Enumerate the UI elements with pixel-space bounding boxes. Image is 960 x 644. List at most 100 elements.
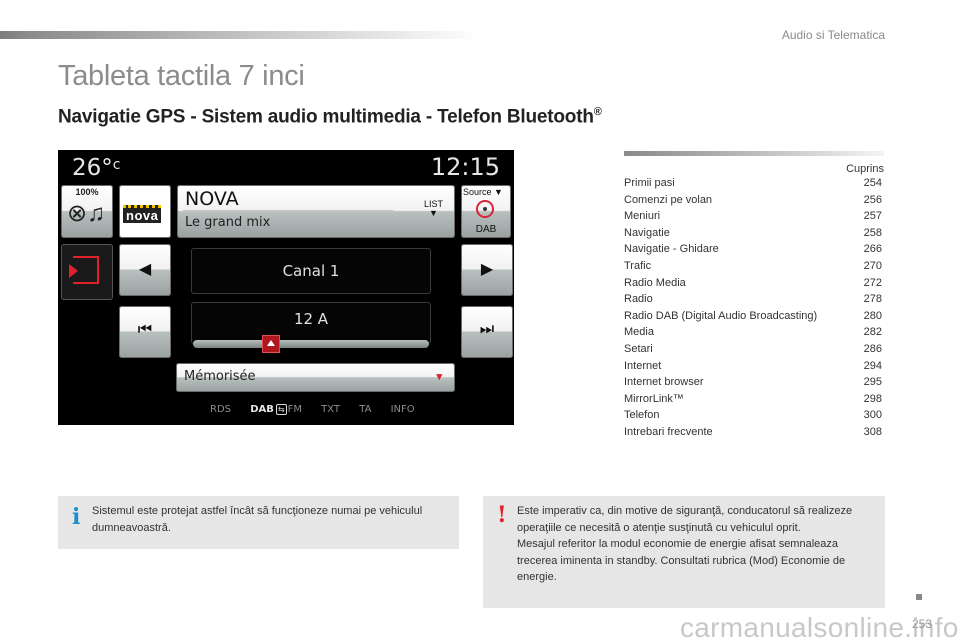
station-logo-button[interactable]: nova — [119, 185, 171, 238]
skip-back-button[interactable]: ⏮ — [119, 306, 171, 358]
toc-entry[interactable]: Setari 286 — [624, 341, 882, 358]
option-fm[interactable]: FM — [288, 404, 302, 415]
toc-entry[interactable]: Intrebari frecvente 308 — [624, 424, 882, 441]
toc-entry[interactable]: Comenzi pe volan 256 — [624, 192, 882, 209]
toc-entry-label: Comenzi pe volan — [624, 193, 713, 206]
toc-entry-page: 258 — [863, 226, 882, 239]
toc-entry-label: Radio Media — [624, 276, 686, 289]
page-number: 253 — [912, 617, 933, 631]
warning-text-1: Este imperativ ca, din motive de siguran… — [517, 505, 853, 534]
station-divider — [183, 210, 393, 212]
toc-entry-label: Media — [624, 326, 654, 339]
station-info-button[interactable]: NOVA Le grand mix LIST ▼ — [177, 185, 455, 238]
option-txt[interactable]: TXT — [321, 404, 340, 415]
toc-entry[interactable]: Trafic 270 — [624, 258, 882, 275]
presets-label: Mémorisée — [184, 369, 256, 384]
warning-text-2: Mesajul referitor la modul economie de e… — [517, 538, 846, 583]
toc-entry[interactable]: Internet 294 — [624, 358, 882, 375]
tuning-slider-handle[interactable] — [261, 335, 280, 353]
option-ta[interactable]: TA — [359, 404, 371, 415]
toc-entry-label: Meniuri — [624, 210, 661, 223]
header-gradient-bar — [0, 31, 480, 39]
toc-entry-page: 295 — [863, 376, 882, 389]
toc-entry-page: 257 — [863, 210, 882, 223]
info-note-text: Sistemul este protejat astfel încât să f… — [92, 505, 423, 534]
page-marker — [916, 594, 922, 600]
station-subtitle: Le grand mix — [185, 215, 271, 230]
previous-button[interactable]: ◀ — [119, 244, 171, 296]
radio-options-bar: RDS DAB ⇆ FM TXT TA INFO — [210, 404, 431, 415]
source-button[interactable]: Source ▼ DAB — [461, 185, 511, 238]
toc-entry-page: 254 — [863, 177, 882, 189]
toc-entry-label: Radio DAB (Digital Audio Broadcasting) — [624, 309, 818, 322]
option-rds[interactable]: RDS — [210, 404, 231, 415]
toc-entry-page: 298 — [863, 392, 882, 405]
clock-readout: 12:15 — [430, 153, 500, 181]
toc-gradient-bar — [624, 151, 884, 156]
option-info[interactable]: INFO — [391, 404, 415, 415]
nova-logo: nova — [123, 205, 162, 223]
toc-entry-label: Navigatie - Ghidare — [624, 243, 719, 256]
toc-entry-label: MirrorLink™ — [624, 392, 684, 405]
info-icon: i — [72, 504, 81, 530]
toc-entry[interactable]: Navigatie - Ghidare 266 — [624, 241, 882, 258]
toc-entry[interactable]: Primii pasi 254 — [624, 175, 882, 192]
arrow-left-icon: ◀ — [138, 261, 152, 278]
skip-forward-icon: ⏭ — [479, 321, 495, 338]
presets-icon: ▾ — [436, 371, 441, 383]
toc-entry-page: 272 — [863, 276, 882, 289]
page-title: Tableta tactila 7 inci — [58, 60, 305, 92]
page-subtitle: Navigatie GPS - Sistem audio multimedia … — [58, 106, 602, 128]
channel-display: Canal 1 — [191, 248, 431, 294]
toc-entry-page: 286 — [863, 342, 882, 355]
toc-entry[interactable]: Navigatie 258 — [624, 225, 882, 242]
exit-button[interactable] — [61, 244, 113, 300]
volume-button[interactable]: 100% ⊗♫ — [61, 185, 113, 238]
toc-entry-label: Navigatie — [624, 226, 670, 239]
toc-entry[interactable]: Internet browser 295 — [624, 374, 882, 391]
toc-entry-label: Radio — [624, 293, 653, 306]
toc-heading: Cuprins — [846, 163, 884, 175]
skip-forward-button[interactable]: ⏭ — [461, 306, 513, 358]
toc-entry[interactable]: Radio Media 272 — [624, 275, 882, 292]
warning-note-text: Este imperativ ca, din motive de siguran… — [517, 503, 875, 586]
exit-arrow-icon — [69, 264, 78, 278]
toc-entry-page: 278 — [863, 293, 882, 306]
source-label: Source ▼ — [463, 187, 503, 197]
registered-mark: ® — [593, 106, 602, 118]
source-value: DAB — [475, 224, 497, 235]
subtitle-text: Navigatie GPS - Sistem audio multimedia … — [58, 106, 594, 128]
antenna-icon — [476, 200, 494, 218]
chevron-down-icon: ▼ — [429, 208, 438, 218]
temperature-unit: c — [112, 157, 121, 173]
skip-back-icon: ⏮ — [137, 321, 153, 338]
toc-entry-label: Telefon — [624, 409, 660, 422]
toc-entry-page: 282 — [863, 326, 882, 339]
toc-entry[interactable]: Radio 278 — [624, 291, 882, 308]
tuning-slider-track[interactable] — [193, 340, 429, 348]
temperature-value: 26° — [72, 155, 113, 181]
toc-entry[interactable]: Media 282 — [624, 324, 882, 341]
presets-button[interactable]: Mémorisée ▾ — [176, 363, 455, 392]
toc-entry-label: Intrebari frecvente — [624, 425, 713, 438]
toc-entry-page: 280 — [863, 309, 882, 322]
option-dab[interactable]: DAB — [250, 404, 274, 415]
temperature-readout: 26°c — [72, 155, 120, 181]
toc-entry[interactable]: Meniuri 257 — [624, 208, 882, 225]
next-button[interactable]: ▶ — [461, 244, 513, 296]
toc-entry[interactable]: Radio DAB (Digital Audio Broadcasting) 28… — [624, 308, 882, 325]
toc-entry-page: 270 — [863, 259, 882, 272]
info-note: i Sistemul este protejat astfel încât să… — [58, 496, 459, 549]
frequency-display: 12 A — [191, 302, 431, 344]
toc-entry[interactable]: MirrorLink™ 298 — [624, 391, 882, 408]
warning-icon: ! — [497, 502, 507, 528]
toc-entry-label: Setari — [624, 342, 653, 355]
toc-entry-page: 266 — [863, 243, 882, 256]
section-title: Audio si Telematica — [781, 28, 885, 42]
toc-entry-page: 256 — [863, 193, 882, 206]
list-button[interactable]: LIST ▼ — [424, 200, 443, 218]
toc-entry-label: Trafic — [624, 259, 652, 272]
toc-entry[interactable]: Telefon 300 — [624, 407, 882, 424]
toc-entry-label: Internet — [624, 359, 662, 372]
warning-note: ! Este imperativ ca, din motive de sigur… — [483, 496, 885, 608]
